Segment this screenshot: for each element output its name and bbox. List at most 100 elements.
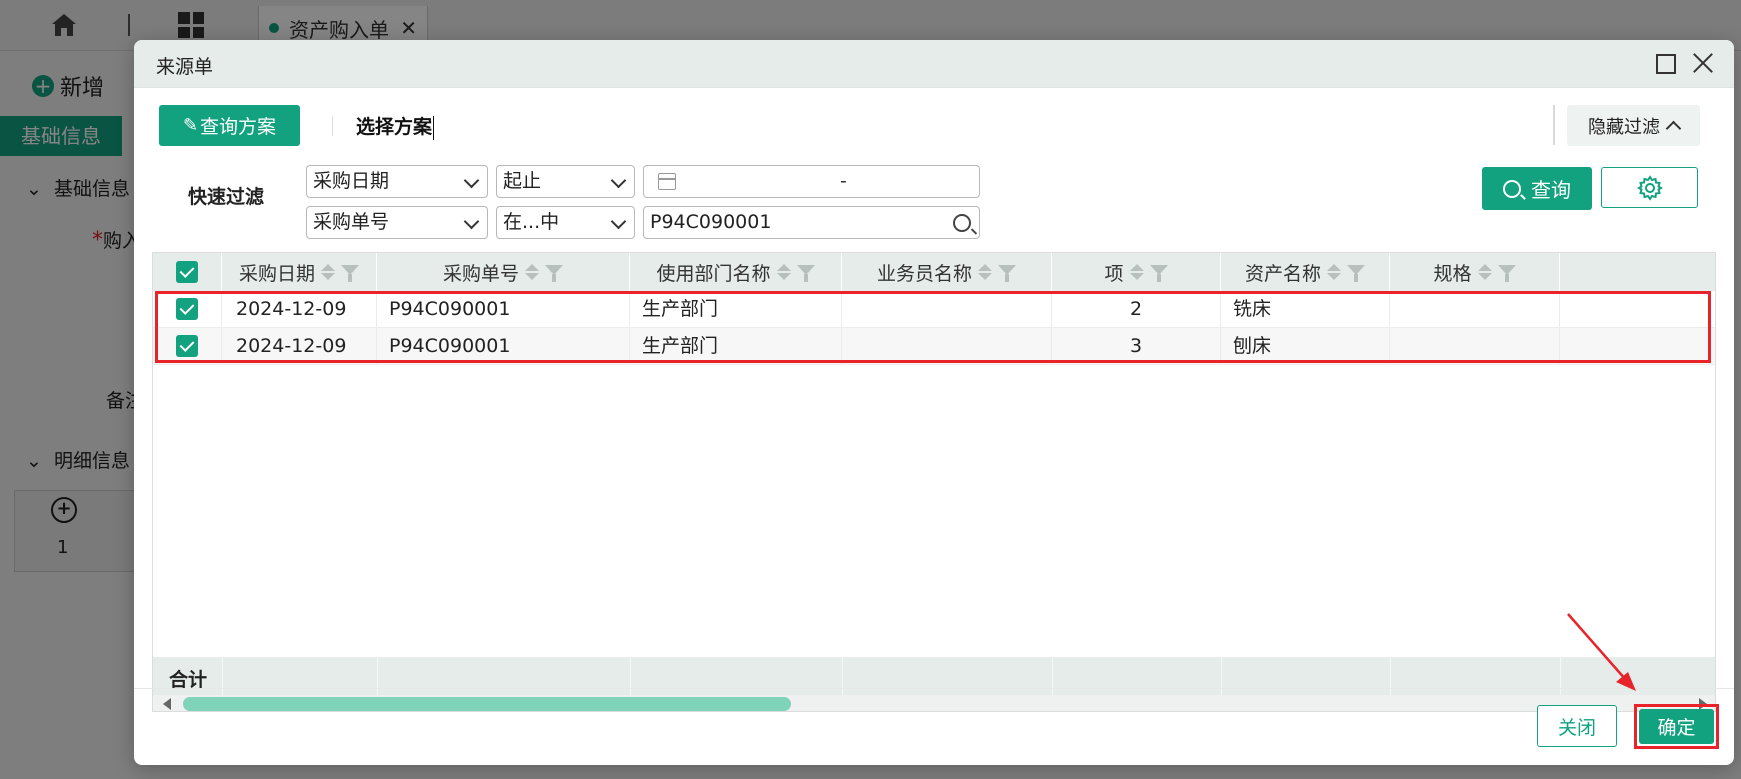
- search-icon: [1503, 179, 1521, 198]
- maximize-icon[interactable]: [1656, 54, 1676, 74]
- filter-field-select-2[interactable]: 采购单号: [306, 206, 488, 239]
- close-icon[interactable]: [1690, 50, 1716, 76]
- sort-icon[interactable]: [1477, 264, 1492, 280]
- cell-staff: [842, 328, 1052, 364]
- cell-item: 2: [1052, 291, 1221, 327]
- query-label: 查询: [1531, 178, 1571, 202]
- column-header-label: 规格: [1433, 262, 1472, 285]
- cell-dept: 生产部门: [630, 328, 842, 364]
- cell-order-no: P94C090001: [377, 328, 630, 364]
- filter-icon[interactable]: [545, 265, 563, 282]
- filter-icon[interactable]: [998, 265, 1016, 282]
- hide-filter-button[interactable]: 隐藏过滤: [1567, 105, 1700, 146]
- row-select-cell[interactable]: [153, 328, 222, 364]
- footer-divider: [1390, 657, 1391, 695]
- filter-field-1-value: 采购日期: [313, 170, 390, 192]
- date-range-separator: -: [840, 170, 847, 192]
- query-scheme-label: 查询方案: [200, 116, 277, 138]
- column-header-label: 采购日期: [238, 262, 315, 285]
- cell-date: 2024-12-09: [222, 328, 377, 364]
- settings-button[interactable]: [1601, 167, 1698, 208]
- order-no-filter-value: P94C090001: [650, 211, 772, 233]
- cell-asset: 铣床: [1221, 291, 1390, 327]
- chevron-up-icon: [1665, 120, 1682, 137]
- column-header[interactable]: 项: [1052, 253, 1221, 291]
- wand-icon: ✎: [182, 115, 199, 136]
- select-scheme-input[interactable]: 选择方案: [356, 112, 435, 140]
- filter-icon[interactable]: [1347, 265, 1365, 282]
- quick-filter-label: 快速过滤: [188, 186, 265, 208]
- cell-order-no: P94C090001: [377, 291, 630, 327]
- cell-asset: 刨床: [1221, 328, 1390, 364]
- header-divider: [1553, 105, 1555, 145]
- filter-field-select-1[interactable]: 采购日期: [306, 165, 488, 198]
- table-row[interactable]: 2024-12-09 P94C090001 生产部门 3 刨床: [153, 328, 1715, 365]
- filter-operator-select-1[interactable]: 起止: [496, 165, 635, 198]
- column-header[interactable]: 采购日期: [222, 253, 377, 291]
- scheme-divider: [332, 116, 333, 136]
- scrollbar-thumb[interactable]: [183, 697, 791, 711]
- row-select-cell[interactable]: [153, 291, 222, 327]
- query-button[interactable]: 查询: [1482, 167, 1592, 210]
- row-checkbox[interactable]: [176, 335, 198, 357]
- date-range-input[interactable]: -: [643, 165, 980, 198]
- row-checkbox[interactable]: [176, 298, 198, 320]
- filter-operator-2-value: 在...中: [503, 211, 560, 233]
- sort-icon[interactable]: [321, 264, 335, 280]
- filter-operator-select-2[interactable]: 在...中: [496, 206, 635, 239]
- column-header[interactable]: 资产名称: [1221, 253, 1390, 291]
- order-no-filter-input[interactable]: P94C090001: [643, 206, 980, 239]
- sort-icon[interactable]: [978, 264, 992, 280]
- sort-icon[interactable]: [776, 264, 791, 280]
- search-icon[interactable]: [953, 214, 971, 232]
- table-row[interactable]: 2024-12-09 P94C090001 生产部门 2 铣床: [153, 291, 1715, 328]
- sort-icon[interactable]: [525, 264, 539, 280]
- query-scheme-button[interactable]: ✎ 查询方案: [159, 105, 300, 146]
- column-header-label: 使用部门名称: [656, 262, 771, 285]
- sort-icon[interactable]: [1129, 264, 1144, 280]
- column-header-label: 资产名称: [1244, 262, 1321, 285]
- calendar-icon: [658, 173, 676, 190]
- chevron-down-icon: [463, 213, 480, 230]
- footer-divider: [222, 657, 223, 695]
- filter-icon[interactable]: [341, 265, 359, 282]
- confirm-button[interactable]: 确定: [1639, 709, 1714, 744]
- close-button[interactable]: 关闭: [1537, 705, 1617, 747]
- column-header-label: 项: [1104, 262, 1124, 285]
- column-header[interactable]: 使用部门名称: [630, 253, 842, 291]
- sort-icon[interactable]: [1327, 264, 1341, 280]
- filter-icon[interactable]: [1149, 265, 1168, 282]
- filter-icon[interactable]: [1497, 265, 1516, 282]
- column-header[interactable]: 规格: [1390, 253, 1560, 291]
- footer-divider: [630, 657, 631, 695]
- scroll-left-icon[interactable]: [163, 698, 171, 710]
- source-doc-dialog: 来源单 ✎ 查询方案 选择方案 隐藏过滤 快速过滤 采购日期 起止 - 采购单号…: [134, 40, 1734, 765]
- column-header-label: 采购单号: [442, 262, 519, 285]
- cell-item: 3: [1052, 328, 1221, 364]
- select-all-cell[interactable]: [153, 253, 222, 291]
- select-scheme-text: 选择方案: [356, 116, 433, 138]
- filter-field-2-value: 采购单号: [313, 211, 390, 233]
- footer-divider: [1221, 657, 1222, 695]
- footer-divider: [842, 657, 843, 695]
- dialog-title: 来源单: [156, 56, 214, 78]
- table-footer: 合计: [153, 657, 1715, 695]
- cell-spec: [1390, 291, 1560, 327]
- table-header: 采购日期 采购单号 使用部门名称 业务员名称 项 资产名称 规格: [153, 253, 1715, 291]
- text-caret: [433, 115, 435, 140]
- footer-divider: [1560, 657, 1561, 695]
- horizontal-scrollbar[interactable]: [153, 695, 1715, 711]
- column-header[interactable]: 业务员名称: [842, 253, 1052, 291]
- chevron-down-icon: [463, 172, 480, 189]
- gear-icon: [1636, 174, 1663, 201]
- footer-divider: [377, 657, 378, 695]
- chevron-down-icon: [610, 213, 627, 230]
- filter-operator-1-value: 起止: [503, 170, 542, 192]
- select-all-checkbox[interactable]: [176, 261, 198, 283]
- filter-icon[interactable]: [796, 265, 815, 282]
- cell-spec: [1390, 328, 1560, 364]
- footer-divider-line: [134, 688, 1734, 689]
- source-doc-table: 采购日期 采购单号 使用部门名称 业务员名称 项 资产名称 规格 2024-12…: [152, 252, 1716, 712]
- column-header[interactable]: 采购单号: [377, 253, 630, 291]
- confirm-highlight: 确定: [1634, 704, 1719, 749]
